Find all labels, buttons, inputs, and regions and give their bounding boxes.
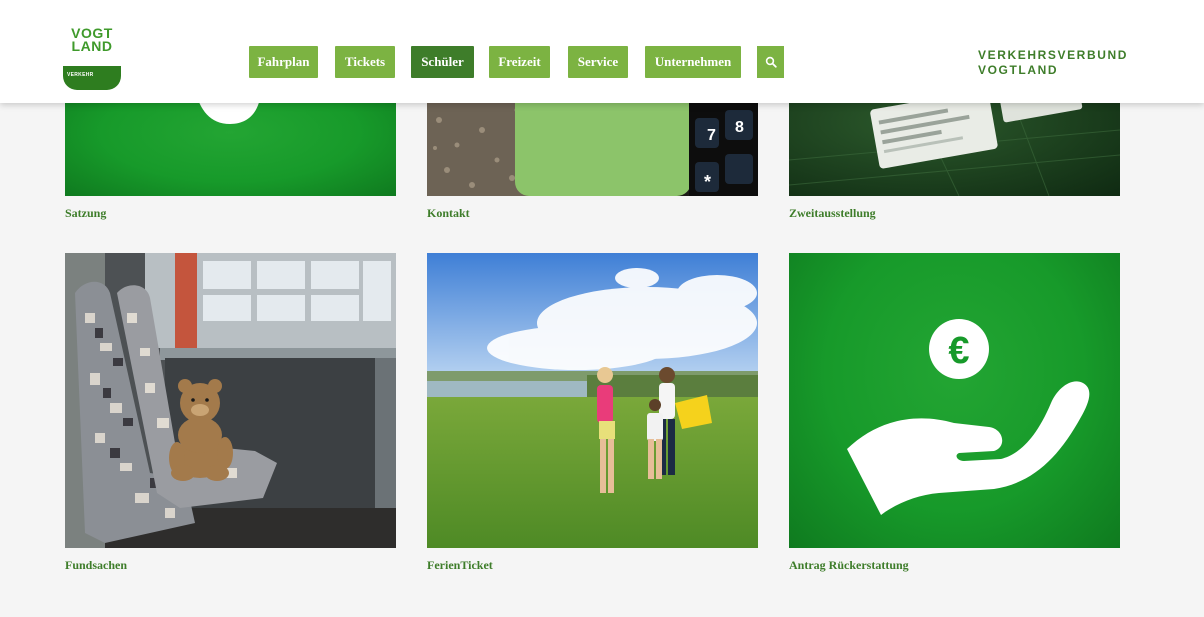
- vogtland-logo[interactable]: VOGT LAND VERKEHR: [63, 26, 121, 91]
- svg-text:*: *: [704, 172, 711, 192]
- site-header: VOGT LAND VERKEHR Fahrplan Tickets Schül…: [0, 0, 1204, 103]
- logo-badge-text: VERKEHR: [67, 72, 94, 78]
- nav-freizeit[interactable]: Freizeit: [489, 46, 550, 78]
- hand-euro-icon: €: [847, 319, 1090, 515]
- logo-wordmark: VOGT LAND: [69, 26, 115, 54]
- nav-tickets[interactable]: Tickets: [335, 46, 395, 78]
- tile-caption-antrag-rueckerstattung[interactable]: Antrag Rückerstattung: [789, 558, 909, 573]
- tile-caption-zweitausstellung[interactable]: Zweitausstellung: [789, 206, 876, 221]
- nav-fahrplan[interactable]: Fahrplan: [249, 46, 318, 78]
- brand-name[interactable]: VERKEHRSVERBUND VOGTLAND: [978, 48, 1128, 78]
- nav-service[interactable]: Service: [568, 46, 628, 78]
- family-meadow-image: [427, 253, 758, 548]
- search-icon: [765, 56, 777, 68]
- tile-satzung[interactable]: [65, 90, 396, 196]
- tile-caption-satzung[interactable]: Satzung: [65, 206, 106, 221]
- svg-text:8: 8: [735, 119, 744, 136]
- brand-line-2: VOGTLAND: [978, 63, 1059, 77]
- ticket-card-image: [789, 90, 1120, 196]
- tile-kontakt[interactable]: 7 8 *: [427, 90, 758, 196]
- search-button[interactable]: [757, 46, 784, 78]
- logo-line-2: LAND: [71, 38, 113, 54]
- nav-schueler[interactable]: Schüler: [411, 46, 474, 78]
- bus-seat-teddy-image: [65, 253, 396, 548]
- brand-line-1: VERKEHRSVERBUND: [978, 48, 1129, 62]
- tile-caption-fundsachen[interactable]: Fundsachen: [65, 558, 127, 573]
- phone-keypad-image: 7 8 *: [427, 90, 758, 196]
- tile-fundsachen[interactable]: [65, 253, 396, 548]
- nav-unternehmen[interactable]: Unternehmen: [645, 46, 741, 78]
- tile-ferienticket[interactable]: [427, 253, 758, 548]
- tile-caption-kontakt[interactable]: Kontakt: [427, 206, 470, 221]
- document-icon: [195, 90, 261, 124]
- tile-zweitausstellung[interactable]: [789, 90, 1120, 196]
- page: VOGT LAND VERKEHR Fahrplan Tickets Schül…: [0, 0, 1204, 617]
- tile-caption-ferienticket[interactable]: FerienTicket: [427, 558, 493, 573]
- svg-text:7: 7: [707, 127, 716, 144]
- main-nav: Fahrplan Tickets Schüler Freizeit Servic…: [249, 46, 785, 78]
- euro-symbol: €: [948, 330, 969, 372]
- logo-badge: VERKEHR: [63, 66, 121, 90]
- tile-antrag-rueckerstattung[interactable]: €: [789, 253, 1120, 548]
